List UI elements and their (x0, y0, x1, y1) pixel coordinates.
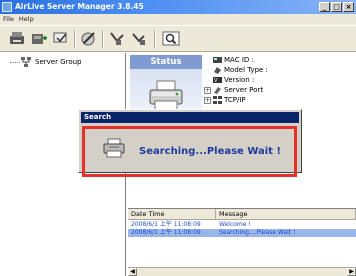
property-list: MAC ID : Model Type : V Version : + Serv… (204, 55, 268, 105)
search-icon[interactable] (8, 30, 26, 47)
highlight-box (82, 126, 297, 177)
title-bar: AirLive Server Manager 3.8.45 _ □ × (0, 0, 356, 14)
edit-icon[interactable] (80, 30, 98, 47)
log-pane: Date Time Message 2008/6/1 上午 11:08:09 W… (128, 208, 356, 276)
column-message[interactable]: Message (216, 209, 356, 220)
log-row[interactable]: 2008/6/1 上午 11:08:09 Welcome ! (128, 221, 356, 229)
expand-icon[interactable]: + (204, 86, 211, 94)
scroll-right-icon[interactable]: ▶ (347, 268, 356, 276)
log-header: Date Time Message (128, 209, 356, 220)
status-tab[interactable]: Status (130, 55, 202, 69)
minimize-button[interactable]: _ (319, 2, 330, 12)
network-icon (213, 96, 222, 104)
network-group-icon (21, 57, 31, 67)
port-icon (214, 87, 221, 94)
model-icon (214, 67, 221, 74)
tree-node-server-group[interactable]: Server Group (20, 56, 82, 68)
property-model-type: Model Type : (204, 65, 268, 75)
tree-connector (10, 62, 20, 63)
svg-text:V: V (214, 78, 218, 84)
menu-help[interactable]: Help (19, 14, 34, 25)
horizontal-scrollbar[interactable]: ◀ ▶ (128, 267, 356, 276)
connect-icon[interactable] (108, 30, 126, 47)
maximize-button[interactable]: □ (331, 2, 342, 12)
version-icon: V (213, 77, 222, 84)
menu-file[interactable]: File (3, 14, 14, 25)
app-icon (2, 2, 12, 12)
property-version: V Version : (213, 76, 255, 84)
property-server-port[interactable]: + Server Port (204, 85, 268, 95)
window-title: AirLive Server Manager 3.8.45 (15, 2, 144, 11)
tree-node-label: Server Group (35, 58, 82, 66)
log-row-selected[interactable]: 2008/6/1 上午 11:08:09 Searching....Please… (128, 229, 356, 237)
property-tcpip[interactable]: + TCP/IP (204, 95, 268, 105)
printer-icon (149, 80, 183, 112)
window-controls: _ □ × (319, 2, 354, 12)
disconnect-icon[interactable] (130, 30, 148, 47)
expand-icon[interactable]: + (204, 96, 211, 104)
dialog-title: Search (81, 112, 299, 123)
menu-bar: File Help (0, 14, 356, 25)
config-icon[interactable] (52, 30, 70, 47)
column-datetime[interactable]: Date Time (128, 209, 216, 220)
add-server-icon[interactable] (30, 30, 48, 47)
property-mac-id: MAC ID : (204, 55, 268, 65)
scroll-left-icon[interactable]: ◀ (128, 268, 137, 276)
find-icon[interactable] (162, 30, 180, 47)
mac-icon (213, 57, 222, 63)
toolbar (0, 25, 356, 52)
close-button[interactable]: × (343, 2, 354, 12)
